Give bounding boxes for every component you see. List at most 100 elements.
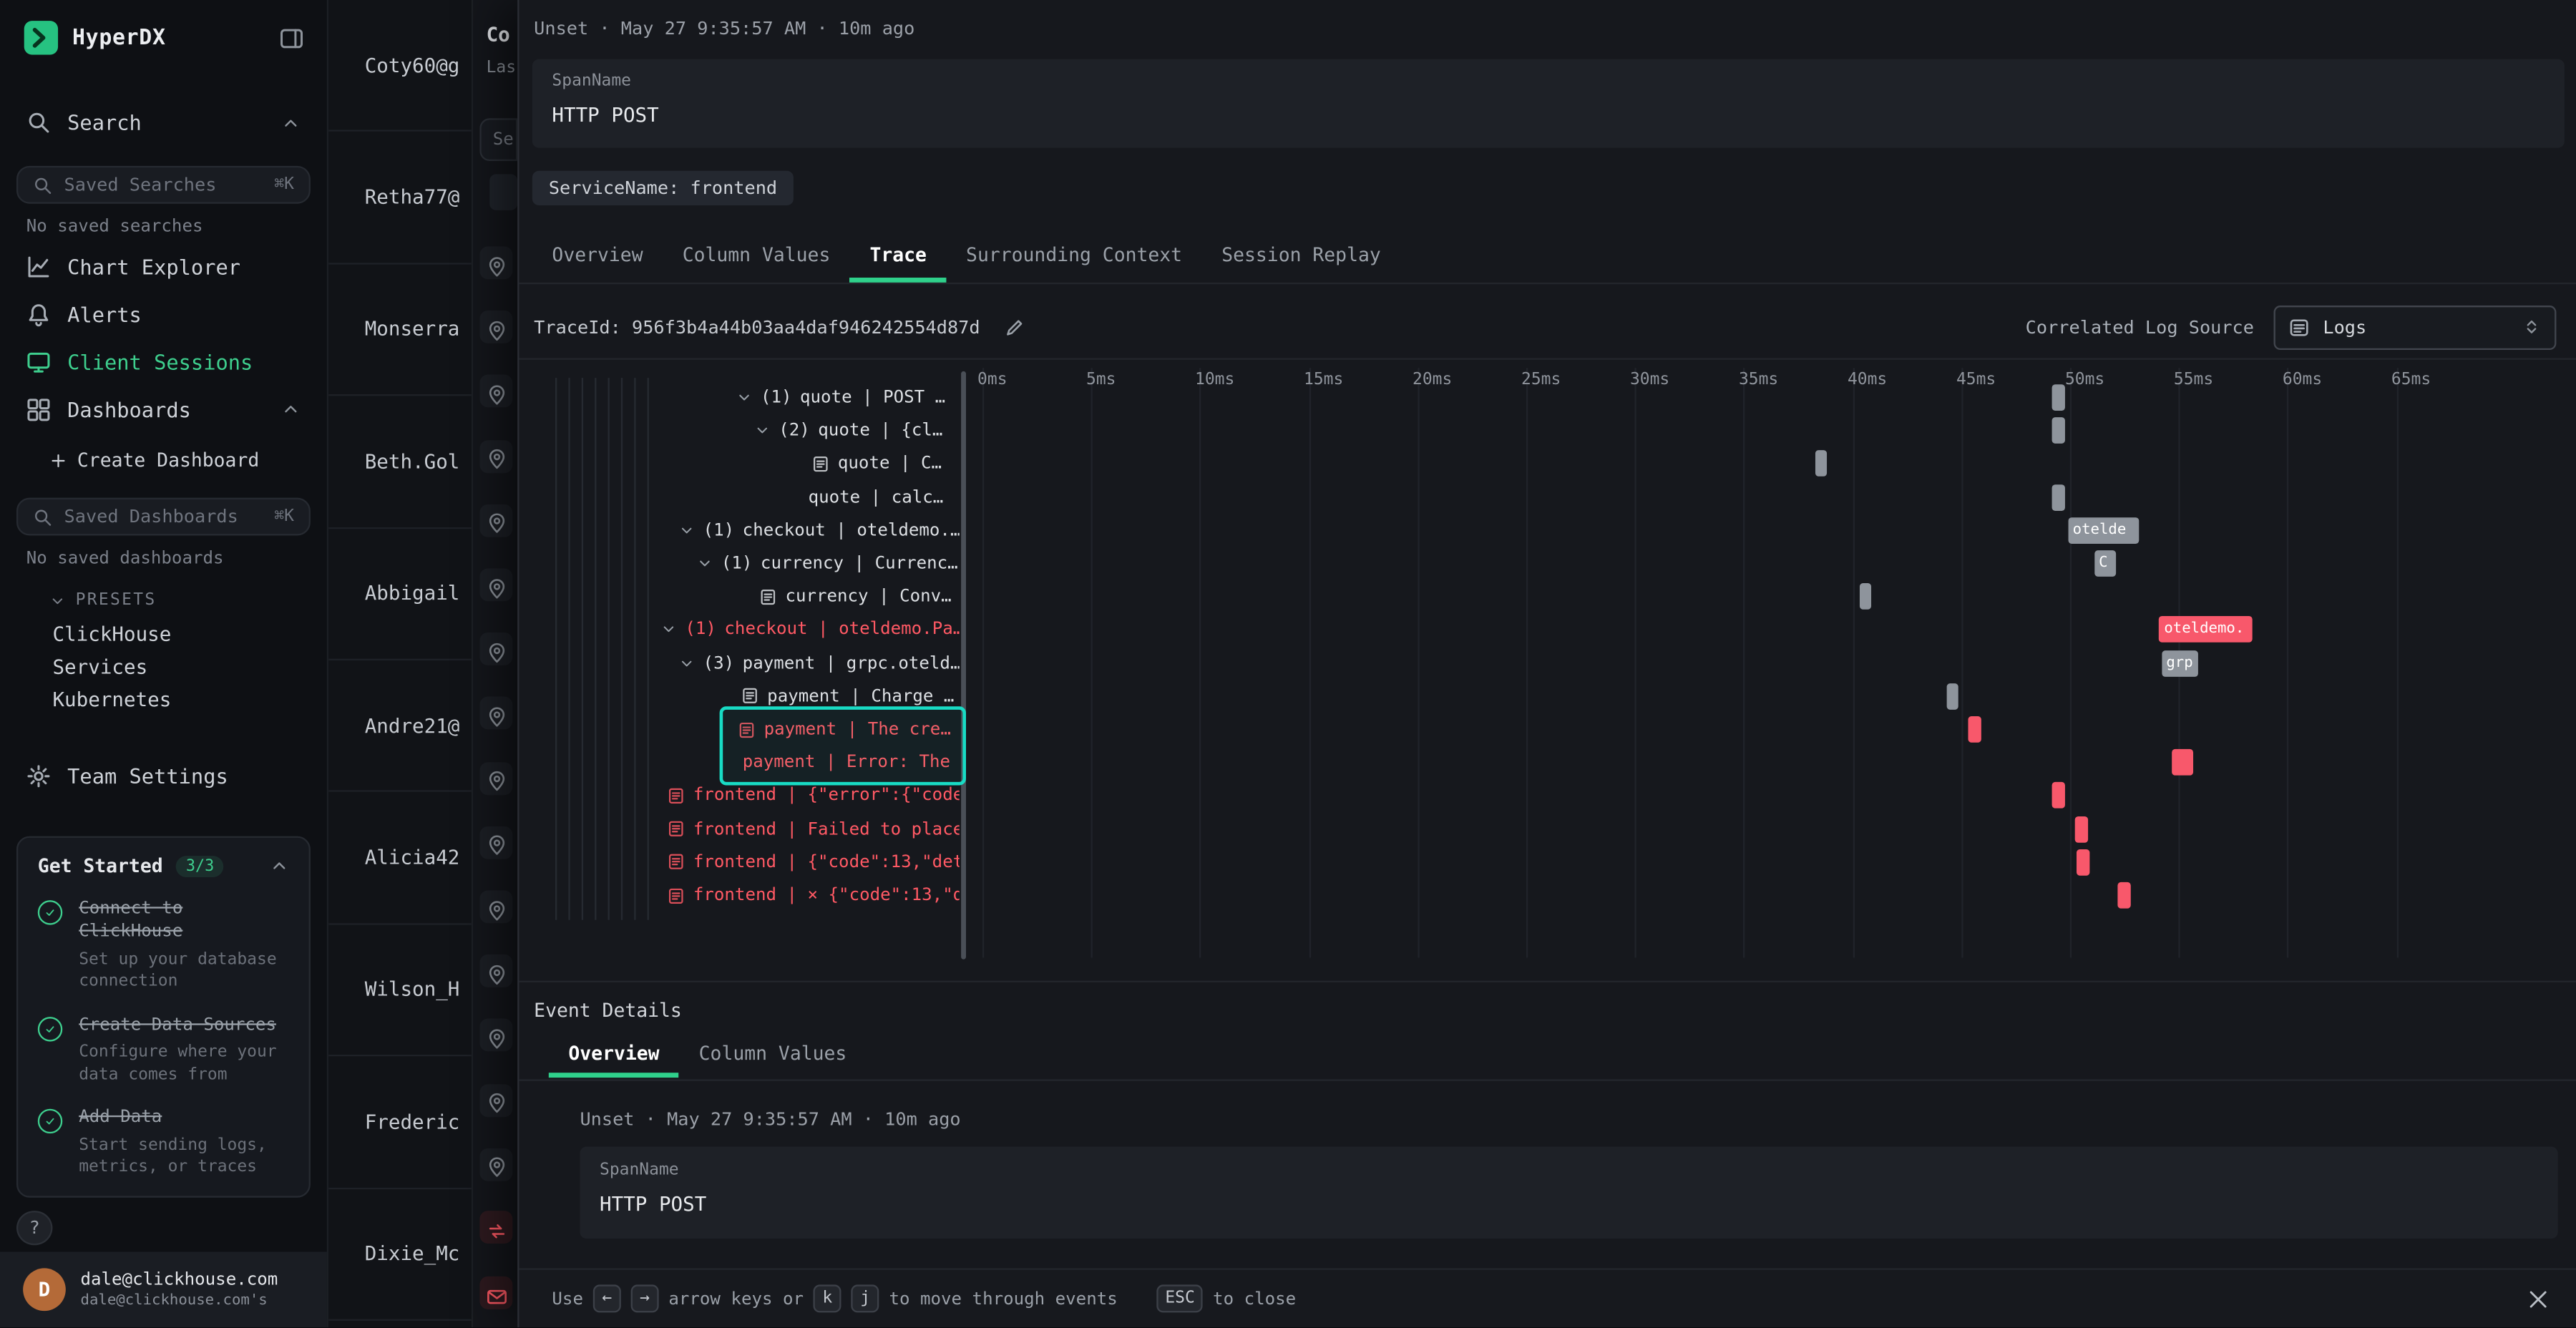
tab-surrounding-context[interactable]: Surrounding Context [947,230,1202,282]
service-name-chip[interactable]: ServiceName: frontend [532,171,794,205]
get-started-items: Connect to ClickHouseSet up your databas… [38,899,289,1180]
divider [519,283,2576,284]
span-duration-bar[interactable]: C [2094,550,2115,577]
map-pin-icon[interactable] [479,890,512,923]
sidebar-preset-services[interactable]: Services [52,651,326,684]
create-dashboard-button[interactable]: Create Dashboard [49,449,327,472]
map-pin-icon[interactable] [479,761,512,794]
session-list-item[interactable]: Wilson_H [328,924,472,1057]
get-started-header[interactable]: Get Started 3/3 [38,855,289,878]
sidebar-item-alerts[interactable]: Alerts [0,296,327,333]
map-pin-icon[interactable] [479,439,512,472]
map-pin-icon[interactable] [479,954,512,987]
sidebar-item-search[interactable]: Search [0,105,327,140]
divider [519,1079,2576,1080]
map-pin-icon[interactable] [479,1083,512,1116]
occluded-button-fragment [489,174,517,210]
span-duration-bar[interactable] [1859,583,1871,610]
session-list-item[interactable]: Dixie_Mc [328,1188,472,1321]
tab-column-values[interactable]: Column Values [663,230,850,282]
session-list-item[interactable]: Beth.Gol [328,396,472,529]
span-duration-bar[interactable] [2053,484,2065,510]
saved-searches-input[interactable]: Saved Searches ⌘K [16,166,311,204]
key-j: j [852,1284,879,1312]
key-k: k [814,1284,841,1312]
sidebar-preset-kubernetes[interactable]: Kubernetes [52,684,326,717]
span-duration-bar[interactable] [2074,816,2087,842]
session-list-item[interactable]: Retha77@ [328,132,472,265]
span-duration-bar[interactable] [2172,749,2194,776]
tree-scrollbar[interactable] [961,371,966,960]
sidebar-item-chart-explorer[interactable]: Chart Explorer [0,248,327,285]
sidebar-preset-clickhouse[interactable]: ClickHouse [52,618,326,651]
map-pin-icon[interactable] [479,311,512,343]
session-list-item[interactable]: Coty60@g [328,0,472,132]
span-duration-bar[interactable]: grp [2161,650,2198,676]
sidebar-item-team-settings[interactable]: Team Settings [0,759,327,794]
log-source-select[interactable]: Logs [2274,305,2557,349]
swap-icon[interactable] [479,1211,512,1244]
span-duration-bar[interactable] [2053,384,2065,411]
tab-trace[interactable]: Trace [850,230,947,282]
span-duration-bar[interactable] [2118,882,2131,909]
session-list-item[interactable]: Andre21@ [328,660,472,793]
span-duration-bar[interactable] [2053,783,2066,809]
map-pin-icon[interactable] [479,633,512,665]
map-pin-icon[interactable] [479,504,512,537]
help-button[interactable]: ? [16,1211,53,1246]
span-name-value: HTTP POST [600,1193,2538,1216]
get-started-item-desc: Start sending logs, metrics, or traces [79,1135,289,1179]
check-icon [38,1109,62,1133]
session-list-item[interactable]: Abbigail [328,528,472,660]
tab-overview[interactable]: Overview [532,230,663,282]
presets-toggle[interactable]: PRESETS [49,592,327,610]
sidebar-item-dashboards[interactable]: Dashboards [0,391,327,428]
event-tab-column-values[interactable]: Column Values [679,1032,867,1078]
span-duration-bar[interactable] [1815,451,1828,477]
key-arrow-left: ← [593,1284,621,1312]
check-icon [38,901,62,925]
session-list-item[interactable]: Monserra [328,264,472,396]
event-meta: Unset · May 27 9:35:57 AM · 10m ago [534,18,914,39]
map-pin-icon[interactable] [479,1019,512,1052]
map-pin-icon[interactable] [479,826,512,859]
presets-list: ClickHouseServicesKubernetes [0,618,327,717]
map-pin-icon[interactable] [479,568,512,601]
grid-icon [26,397,51,421]
span-duration-bar[interactable]: otelde [2068,517,2140,544]
select-chevrons-icon [2522,317,2542,337]
span-duration-bar[interactable] [1946,683,1958,710]
no-saved-dashboards-text: No saved dashboards [26,549,301,569]
span-duration-bar[interactable] [2053,418,2065,444]
edit-trace-icon[interactable] [1003,316,1025,338]
saved-dashboards-input[interactable]: Saved Dashboards ⌘K [16,498,311,536]
session-name: Coty60@g [365,54,460,77]
event-tab-overview[interactable]: Overview [549,1032,679,1078]
get-started-title: Get Started [38,855,163,878]
tab-session-replay[interactable]: Session Replay [1202,230,1401,282]
map-pin-icon[interactable] [479,697,512,730]
event-details-meta: Unset · May 27 9:35:57 AM · 10m ago [580,1109,960,1131]
close-icon[interactable] [2527,1287,2550,1310]
session-list-item[interactable]: Alicia42 [328,792,472,924]
span-name-value: HTTP POST [552,104,2545,127]
timeline-bars: otelde Coteldemo. grp [519,358,2576,981]
sidebar-item-client-sessions[interactable]: Client Sessions [0,343,327,380]
span-duration-bar[interactable] [2077,849,2089,876]
saved-dashboards-placeholder: Saved Dashboards [64,507,238,528]
search-icon [33,175,53,195]
session-list-item[interactable]: Frederic [328,1057,472,1189]
get-started-item-desc: Set up your database connection [79,949,289,993]
sidebar-header: HyperDX [0,0,327,56]
map-pin-icon[interactable] [479,1148,512,1181]
span-duration-bar[interactable] [1968,716,1981,743]
mail-icon[interactable] [479,1276,512,1309]
span-name-label: SpanName [552,72,2545,90]
map-pin-icon[interactable] [479,246,512,279]
map-pin-icon[interactable] [479,375,512,408]
collapse-sidebar-icon[interactable] [279,26,303,50]
user-org: dale@clickhouse.com's [80,1293,278,1309]
user-menu[interactable]: D dale@clickhouse.com dale@clickhouse.co… [0,1252,327,1328]
span-duration-bar[interactable]: oteldemo. [2159,617,2253,643]
bell-icon [26,302,51,326]
